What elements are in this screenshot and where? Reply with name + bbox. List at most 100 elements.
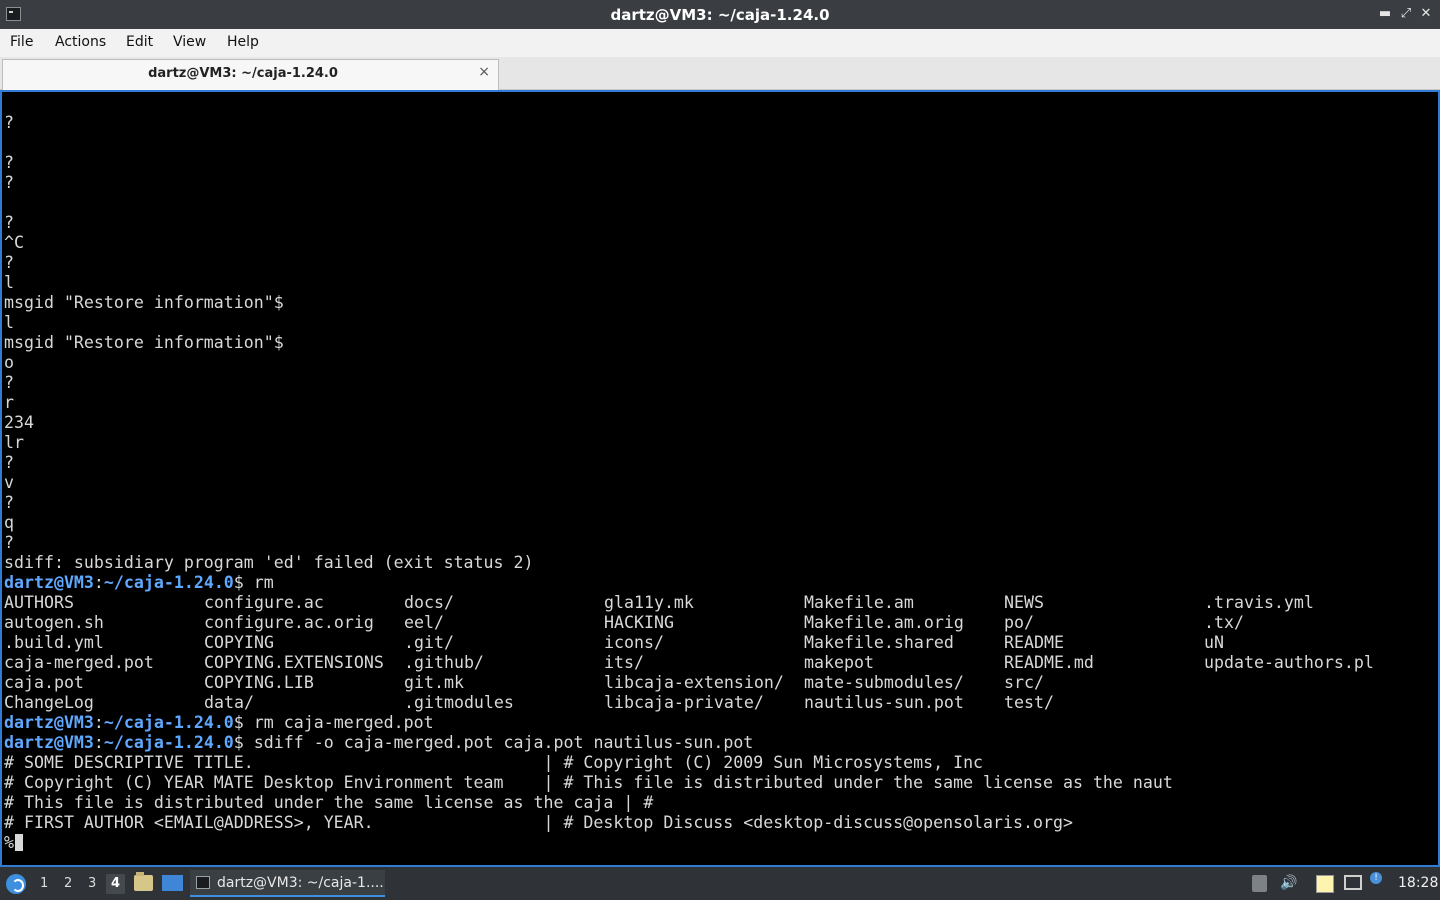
ls-entry: its/ — [604, 653, 644, 672]
menu-bar: File Actions Edit View Help — [0, 29, 1440, 57]
desktop-4-button[interactable]: 4 — [106, 874, 126, 894]
ls-entry: configure.ac — [204, 593, 324, 612]
ls-entry: .git/ — [404, 633, 454, 652]
minimize-button[interactable]: ▬ — [1375, 4, 1395, 24]
desktop-1-button[interactable]: 1 — [40, 876, 48, 891]
ls-entry: src/ — [1004, 673, 1044, 692]
command-text: rm — [243, 573, 274, 592]
maximize-button[interactable]: ⤢ — [1396, 4, 1416, 24]
window-titlebar: dartz@VM3: ~/caja-1.24.0 ▬ ⤢ ✕ — [0, 0, 1440, 29]
ls-entry: COPYING.EXTENSIONS — [204, 653, 384, 672]
terminal-line: q — [4, 513, 14, 532]
prompt-sigil: $ — [233, 573, 244, 592]
desktop-3-button[interactable]: 3 — [88, 876, 96, 891]
sdiff-line: # SOME DESCRIPTIVE TITLE. | # Copyright … — [4, 753, 984, 772]
ls-entry: libcaja-extension/ — [604, 673, 784, 692]
input-line[interactable]: % — [4, 833, 23, 853]
prompt-separator: : — [93, 733, 104, 752]
menu-file[interactable]: File — [10, 34, 33, 50]
ls-entry: docs/ — [404, 593, 454, 612]
update-notification-icon[interactable]: ! — [1370, 872, 1382, 884]
text-cursor — [15, 834, 23, 851]
terminal-line: msgid "Restore information"$ — [4, 293, 284, 312]
terminal-line: ? — [4, 453, 14, 472]
menu-view[interactable]: View — [173, 34, 206, 50]
terminal-line: o — [4, 353, 14, 372]
ls-entry: README — [1004, 633, 1064, 652]
prompt-separator: : — [93, 713, 104, 732]
ls-entry: configure.ac.orig — [204, 613, 374, 632]
ls-entry: ChangeLog — [4, 693, 94, 712]
menu-actions[interactable]: Actions — [55, 34, 106, 50]
terminal-tab[interactable]: dartz@VM3: ~/caja-1.24.0 × — [2, 59, 499, 90]
ls-entry: gla11y.mk — [604, 593, 694, 612]
ls-entry: git.mk — [404, 673, 464, 692]
network-icon[interactable] — [1344, 875, 1362, 890]
ls-entry: test/ — [1004, 693, 1054, 712]
prompt-line: dartz@VM3:~/caja-1.24.0$ rm — [4, 573, 274, 593]
command-text: rm caja-merged.pot — [243, 713, 434, 732]
ls-entry: NEWS — [1004, 593, 1044, 612]
ls-entry: HACKING — [604, 613, 674, 632]
ls-entry: COPYING.LIB — [204, 673, 314, 692]
ls-entry: README.md — [1004, 653, 1094, 672]
terminal-icon — [196, 876, 210, 889]
ls-entry: .github/ — [404, 653, 484, 672]
ls-entry: autogen.sh — [4, 613, 104, 632]
ls-entry: .tx/ — [1204, 613, 1244, 632]
start-menu-icon[interactable] — [6, 874, 26, 894]
terminal-line: r — [4, 393, 14, 412]
ls-entry: po/ — [1004, 613, 1034, 632]
ls-entry: makepot — [804, 653, 874, 672]
ls-entry: caja-merged.pot — [4, 653, 154, 672]
sdiff-line: # Copyright (C) YEAR MATE Desktop Enviro… — [4, 773, 1173, 792]
sdiff-line: # FIRST AUTHOR <EMAIL@ADDRESS>, YEAR. | … — [4, 813, 1073, 832]
close-button[interactable]: ✕ — [1416, 4, 1436, 24]
terminal-line: ? — [4, 153, 14, 172]
prompt-user-host: dartz@VM3 — [4, 713, 94, 732]
prompt-path: ~/caja-1.24.0 — [103, 573, 234, 592]
prompt-separator: : — [93, 573, 104, 592]
terminal-line: ? — [4, 173, 14, 192]
prompt-sigil: $ — [233, 733, 244, 752]
menu-help[interactable]: Help — [227, 34, 259, 50]
menu-edit[interactable]: Edit — [126, 34, 153, 50]
ls-entry: uN — [1204, 633, 1224, 652]
prompt-line: dartz@VM3:~/caja-1.24.0$ sdiff -o caja-m… — [4, 733, 753, 753]
tab-close-icon[interactable]: × — [478, 64, 490, 80]
terminal-line: ? — [4, 113, 14, 132]
desktop-2-button[interactable]: 2 — [64, 876, 72, 891]
prompt-user-host: dartz@VM3 — [4, 573, 94, 592]
taskbar: 1 2 3 4 dartz@VM3: ~/caja-1.... 🔊 ! 18:2… — [0, 867, 1440, 900]
ls-entry: libcaja-private/ — [604, 693, 764, 712]
prompt-path: ~/caja-1.24.0 — [103, 713, 234, 732]
show-desktop-icon[interactable] — [162, 875, 183, 891]
prompt-path: ~/caja-1.24.0 — [103, 733, 234, 752]
file-manager-icon[interactable] — [134, 872, 153, 891]
clock[interactable]: 18:28 — [1398, 875, 1438, 891]
ls-entry: .travis.yml — [1204, 593, 1314, 612]
volume-icon[interactable]: 🔊 — [1280, 875, 1297, 891]
terminal-line: l — [4, 313, 14, 332]
terminal-line: 234 — [4, 413, 34, 432]
terminal-line: ? — [4, 493, 14, 512]
tab-bar: dartz@VM3: ~/caja-1.24.0 × — [0, 57, 1440, 90]
ls-entry: update-authors.pl — [1204, 653, 1374, 672]
prompt-line: dartz@VM3:~/caja-1.24.0$ rm caja-merged.… — [4, 713, 434, 733]
clipboard-icon[interactable] — [1252, 875, 1267, 892]
ls-entry: COPYING — [204, 633, 274, 652]
terminal-line: ? — [4, 533, 14, 552]
ls-entry: .gitmodules — [404, 693, 514, 712]
terminal-line: sdiff: subsidiary program 'ed' failed (e… — [4, 553, 534, 572]
ls-entry: mate-submodules/ — [804, 673, 964, 692]
taskbar-terminal-task[interactable]: dartz@VM3: ~/caja-1.... — [190, 870, 385, 897]
ls-entry: Makefile.shared — [804, 633, 954, 652]
window-title: dartz@VM3: ~/caja-1.24.0 — [610, 6, 830, 24]
ls-entry: AUTHORS — [4, 593, 74, 612]
notes-icon[interactable] — [1316, 875, 1334, 893]
terminal-line: v — [4, 473, 14, 492]
prompt-user-host: dartz@VM3 — [4, 733, 94, 752]
terminal-line: ? — [4, 373, 14, 392]
ls-entry: data/ — [204, 693, 254, 712]
terminal-output[interactable]: ? ? ? ? ^C ? l msgid "Restore informatio… — [0, 90, 1440, 867]
